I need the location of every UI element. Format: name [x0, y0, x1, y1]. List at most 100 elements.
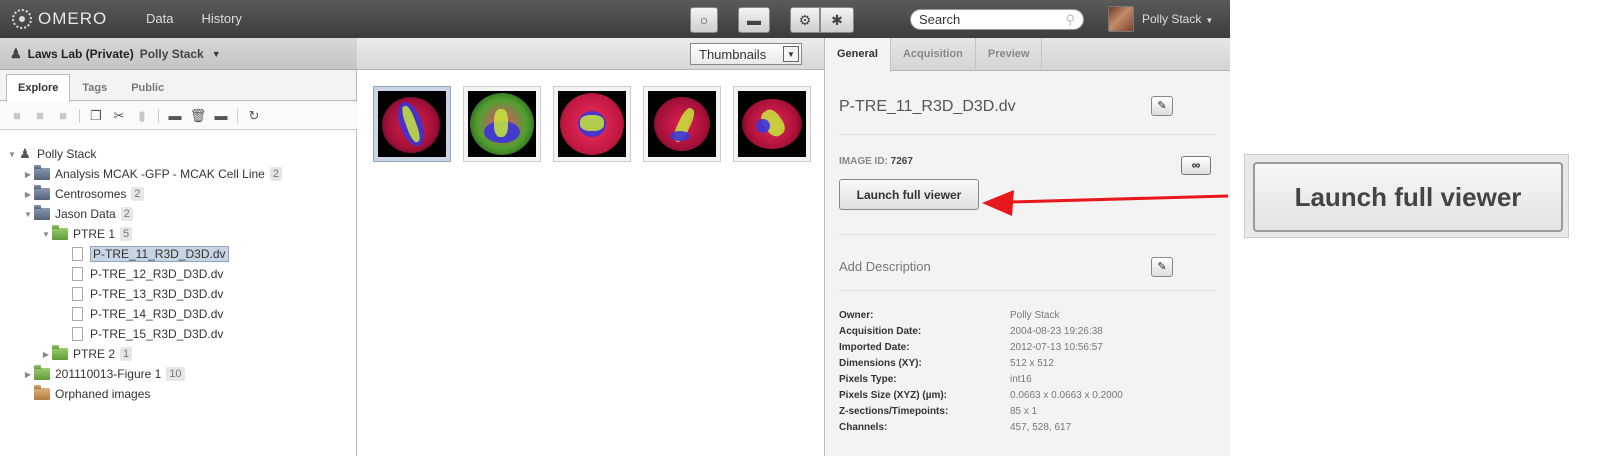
zoomed-launch-button: Launch full viewer	[1253, 162, 1563, 232]
nav-history[interactable]: History	[201, 11, 241, 26]
group-switcher[interactable]: ♟ Laws Lab (Private) Polly Stack ▼	[0, 38, 357, 70]
image-file-icon	[72, 247, 83, 261]
new-dataset-icon[interactable]: ■	[31, 108, 49, 124]
tree-image[interactable]: P-TRE_14_R3D_D3D.dv	[0, 304, 356, 324]
tree-project[interactable]: ▶ Centrosomes 2	[0, 184, 356, 204]
tree-image-selected[interactable]: P-TRE_11_R3D_D3D.dv	[0, 244, 356, 264]
search-box[interactable]: ⚲	[910, 9, 1084, 30]
tree-dataset[interactable]: ▼ PTRE 1 5	[0, 224, 356, 244]
link-button[interactable]: ∞	[1181, 156, 1211, 175]
paste-icon[interactable]: ▮	[133, 108, 151, 124]
tree-label: 201110013-Figure 1	[55, 367, 162, 381]
top-nav: Data History	[146, 11, 270, 26]
tree-label: P-TRE_12_R3D_D3D.dv	[90, 267, 224, 281]
view-mode-select[interactable]: Thumbnails ▼	[690, 43, 802, 65]
image-file-icon	[72, 307, 83, 321]
thumbnail-image	[558, 91, 626, 157]
basket-button[interactable]: ▬	[738, 7, 770, 33]
chevron-down-icon[interactable]: ▼	[783, 46, 799, 62]
tab-preview[interactable]: Preview	[976, 38, 1043, 71]
activities-button[interactable]: ✱	[820, 7, 854, 33]
metadata-list: Owner: Polly Stack Acquisition Date: 2004-…	[839, 310, 1123, 438]
tree-project[interactable]: ▶ 201110013-Figure 1 10	[0, 364, 356, 384]
thumbnail[interactable]	[643, 86, 721, 162]
chevron-down-icon: ▼	[1205, 16, 1214, 25]
child-count: 10	[166, 367, 185, 381]
tree-toolbar: ■ ■ ■ ❐ ✂ ▮ ▬ 🗑 ▬ ↻	[0, 102, 357, 130]
tree-project[interactable]: ▶ Analysis MCAK -GFP - MCAK Cell Line 2	[0, 164, 356, 184]
settings-icon: ⚙	[798, 11, 812, 28]
omero-logo-icon	[12, 9, 32, 29]
remove-icon[interactable]: ▬	[166, 108, 184, 124]
image-name: P-TRE_11_R3D_D3D.dv	[839, 98, 1016, 115]
edit-name-button[interactable]: ✎	[1151, 96, 1173, 116]
star-icon: ✱	[831, 11, 843, 28]
tree-root[interactable]: ▼ ♟ Polly Stack	[0, 144, 356, 164]
chevron-down-icon: ▼	[211, 48, 221, 59]
tree-project[interactable]: ▼ Jason Data 2	[0, 204, 356, 224]
tree-image[interactable]: P-TRE_12_R3D_D3D.dv	[0, 264, 356, 284]
child-count: 5	[120, 227, 133, 241]
child-count: 2	[131, 187, 144, 201]
expanded-icon[interactable]: ▼	[6, 150, 18, 159]
logo[interactable]: OMERO	[12, 8, 107, 30]
basket-icon: ▬	[747, 12, 761, 28]
divider	[839, 290, 1215, 291]
dataset-folder-icon	[52, 225, 68, 240]
omero-window: OMERO Data History ○ ▬ ⚙ ✱ ⚲ Polly Stack…	[0, 0, 1230, 456]
nav-data[interactable]: Data	[146, 11, 173, 26]
add-description[interactable]: Add Description	[839, 259, 931, 274]
expanded-icon[interactable]: ▼	[22, 210, 34, 219]
thumbnail[interactable]	[463, 86, 541, 162]
thumbnail[interactable]	[373, 86, 451, 162]
lightbulb-icon: ○	[699, 12, 709, 28]
tree-image[interactable]: P-TRE_13_R3D_D3D.dv	[0, 284, 356, 304]
tree-orphaned[interactable]: Orphaned images	[0, 384, 356, 404]
collapsed-icon[interactable]: ▶	[40, 350, 52, 359]
collapsed-icon[interactable]: ▶	[22, 170, 34, 179]
search-icon[interactable]: ⚲	[1065, 12, 1075, 28]
zoom-callout: Launch full viewer	[1244, 154, 1569, 238]
delete-icon[interactable]: 🗑	[189, 108, 207, 124]
tree-image[interactable]: P-TRE_15_R3D_D3D.dv	[0, 324, 356, 344]
expanded-icon[interactable]: ▼	[40, 230, 52, 239]
tab-public[interactable]: Public	[119, 74, 176, 101]
tab-tags[interactable]: Tags	[70, 74, 119, 101]
thumbnail-image	[738, 91, 806, 157]
child-count: 1	[120, 347, 133, 361]
dataset-folder-icon	[52, 345, 68, 360]
tab-acquisition[interactable]: Acquisition	[891, 38, 976, 71]
project-folder-icon	[34, 205, 50, 220]
image-file-icon	[72, 287, 83, 301]
launch-full-viewer-button[interactable]: Launch full viewer	[839, 179, 979, 210]
right-panel: General Acquisition Preview P-TRE_11_R3D…	[824, 38, 1230, 456]
thumbnail[interactable]	[553, 86, 631, 162]
collapsed-icon[interactable]: ▶	[22, 370, 34, 379]
tree-label: P-TRE_11_R3D_D3D.dv	[90, 246, 229, 262]
avatar[interactable]	[1108, 6, 1134, 32]
thumbnail[interactable]	[733, 86, 811, 162]
basket-icon[interactable]: ▬	[212, 108, 230, 124]
cut-icon[interactable]: ✂	[110, 108, 128, 124]
thumbnail-image	[648, 91, 716, 157]
person-icon: ♟	[10, 45, 22, 61]
collapsed-icon[interactable]: ▶	[22, 190, 34, 199]
copy-icon[interactable]: ❐	[87, 108, 105, 124]
tree-label: P-TRE_13_R3D_D3D.dv	[90, 287, 224, 301]
scripts-button[interactable]: ⚙	[790, 7, 820, 33]
tab-general[interactable]: General	[825, 38, 891, 72]
tab-explore[interactable]: Explore	[6, 74, 71, 102]
orphaned-folder-icon	[34, 385, 50, 400]
project-folder-icon	[34, 165, 50, 180]
divider	[839, 134, 1215, 135]
tree-dataset[interactable]: ▶ PTRE 2 1	[0, 344, 356, 364]
new-screen-icon[interactable]: ■	[54, 108, 72, 124]
edit-description-button[interactable]: ✎	[1151, 257, 1173, 277]
divider	[839, 234, 1215, 235]
lightbulb-button[interactable]: ○	[690, 7, 718, 33]
new-project-icon[interactable]: ■	[8, 108, 26, 124]
refresh-icon[interactable]: ↻	[245, 108, 263, 124]
user-menu[interactable]: Polly Stack ▼	[1142, 12, 1213, 26]
left-panel: ♟ Laws Lab (Private) Polly Stack ▼ Explo…	[0, 38, 357, 456]
search-input[interactable]	[919, 12, 1059, 27]
